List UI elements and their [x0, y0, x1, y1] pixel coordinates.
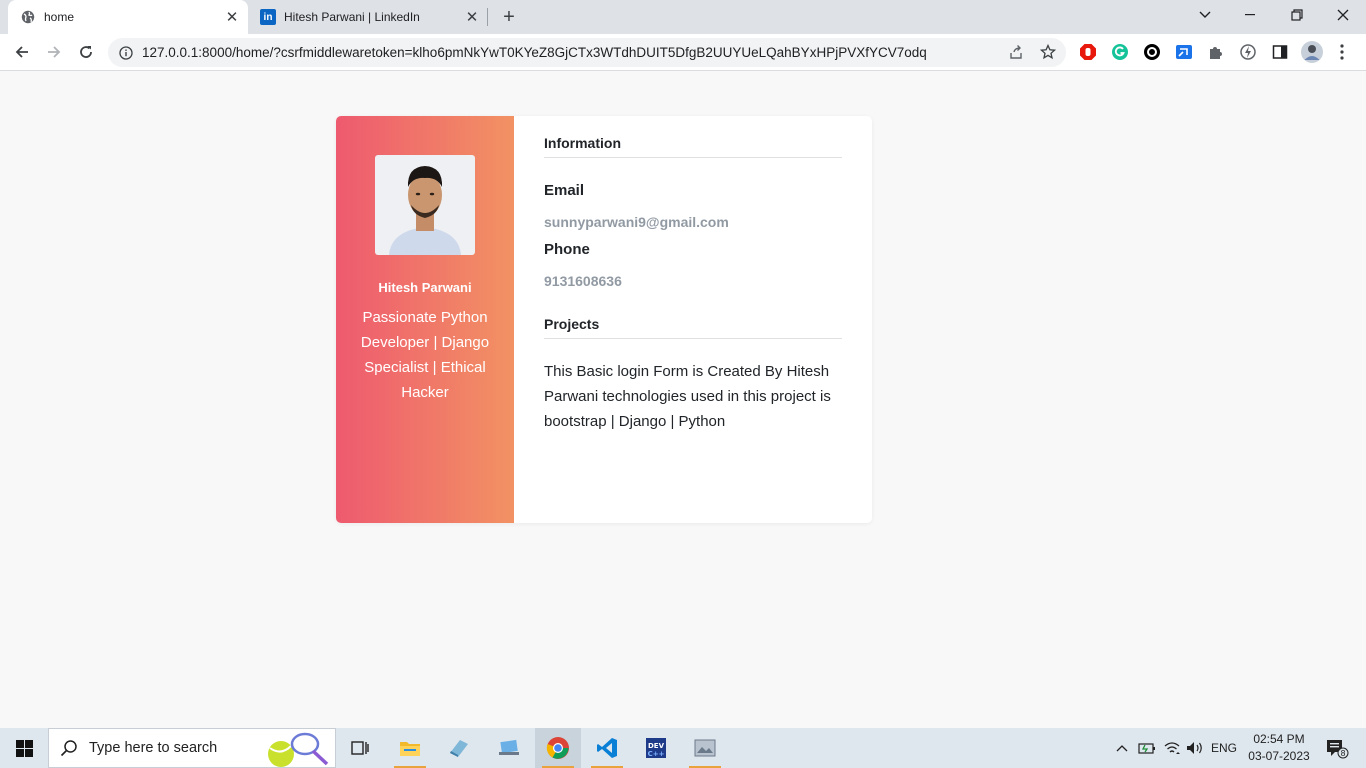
file-explorer-icon[interactable] — [387, 728, 433, 768]
close-tab-icon[interactable]: ✕ — [222, 7, 242, 27]
windows-taskbar: Type here to search DEV C++ ENG 02:54 PM… — [0, 728, 1366, 768]
reload-button[interactable] — [72, 38, 100, 66]
globe-icon — [20, 9, 36, 25]
taskbar-search-box[interactable]: Type here to search — [48, 728, 336, 768]
side-panel-icon[interactable] — [1271, 43, 1289, 61]
tab-search-icon[interactable] — [1182, 0, 1228, 30]
tab-home[interactable]: home ✕ — [8, 0, 248, 34]
clock-date: 03-07-2023 — [1248, 749, 1310, 763]
app-icon-2[interactable] — [486, 728, 532, 768]
tab-separator — [487, 8, 488, 26]
tab-title: Hitesh Parwani | LinkedIn — [284, 10, 420, 24]
chevron-up-icon[interactable] — [1112, 728, 1132, 768]
volume-icon[interactable] — [1184, 728, 1206, 768]
photos-icon[interactable] — [682, 728, 728, 768]
phone-value: 9131608636 — [544, 273, 622, 289]
notification-center-icon[interactable]: 8 — [1322, 728, 1352, 768]
profile-details: Information Email sunnyparwani9@gmail.co… — [544, 116, 842, 523]
information-heading: Information — [544, 135, 842, 158]
circle-extension-icon[interactable] — [1143, 43, 1161, 61]
app-icon[interactable] — [436, 728, 482, 768]
phone-label: Phone — [544, 241, 590, 258]
clock-time: 02:54 PM — [1253, 732, 1305, 746]
email-label: Email — [544, 182, 585, 199]
svg-text:C++: C++ — [648, 750, 665, 758]
profile-card: Hitesh Parwani Passionate Python Develop… — [336, 116, 872, 523]
wifi-icon[interactable] — [1160, 728, 1184, 768]
close-window-button[interactable] — [1320, 0, 1366, 30]
minimize-button[interactable] — [1228, 0, 1274, 30]
battery-icon[interactable] — [1136, 728, 1158, 768]
tennis-doodle-icon — [265, 730, 331, 768]
cast-extension-icon[interactable] — [1175, 43, 1193, 61]
chrome-menu-icon[interactable] — [1333, 43, 1351, 61]
language-indicator[interactable]: ENG — [1208, 728, 1240, 768]
search-icon — [49, 739, 89, 757]
profile-sidebar: Hitesh Parwani Passionate Python Develop… — [336, 116, 514, 523]
taskbar-clock[interactable]: 02:54 PM 03-07-2023 — [1238, 731, 1320, 765]
url-text: 127.0.0.1:8000/home/?csrfmiddlewaretoken… — [142, 45, 927, 60]
search-placeholder: Type here to search — [89, 740, 218, 756]
browser-toolbar: 127.0.0.1:8000/home/?csrfmiddlewaretoken… — [0, 34, 1366, 71]
project-description: This Basic login Form is Created By Hite… — [544, 363, 831, 430]
grammarly-icon[interactable] — [1111, 43, 1129, 61]
vscode-icon[interactable] — [584, 728, 630, 768]
adblock-icon[interactable] — [1079, 43, 1097, 61]
profile-photo — [375, 155, 475, 255]
new-tab-button[interactable]: + — [498, 6, 520, 28]
address-bar[interactable]: 127.0.0.1:8000/home/?csrfmiddlewaretoken… — [108, 38, 1066, 67]
profile-name: Hitesh Parwani — [378, 280, 472, 295]
restore-button[interactable] — [1274, 0, 1320, 30]
svg-text:DEV: DEV — [648, 742, 665, 750]
chrome-icon[interactable] — [535, 728, 581, 768]
share-icon[interactable] — [1007, 43, 1025, 61]
site-info-icon[interactable] — [118, 45, 134, 61]
tab-linkedin[interactable]: in Hitesh Parwani | LinkedIn ✕ — [248, 0, 488, 34]
task-view-icon[interactable] — [337, 728, 383, 768]
linkedin-icon: in — [260, 9, 276, 25]
profile-bio: Passionate Python Developer | Django Spe… — [360, 309, 490, 401]
tab-title: home — [44, 10, 75, 24]
projects-heading: Projects — [544, 316, 842, 339]
devcpp-icon[interactable]: DEV C++ — [633, 728, 679, 768]
windows-start-button[interactable] — [0, 728, 48, 768]
tab-strip: home ✕ in Hitesh Parwani | LinkedIn ✕ + — [0, 0, 1366, 34]
email-value: sunnyparwani9@gmail.com — [544, 214, 729, 230]
svg-text:8: 8 — [1340, 749, 1345, 758]
forward-button[interactable] — [40, 38, 68, 66]
back-button[interactable] — [8, 38, 36, 66]
bookmark-star-icon[interactable] — [1039, 43, 1057, 61]
performance-icon[interactable] — [1239, 43, 1257, 61]
close-tab-icon[interactable]: ✕ — [462, 7, 482, 27]
extensions-puzzle-icon[interactable] — [1207, 43, 1225, 61]
profile-avatar[interactable] — [1301, 41, 1323, 63]
